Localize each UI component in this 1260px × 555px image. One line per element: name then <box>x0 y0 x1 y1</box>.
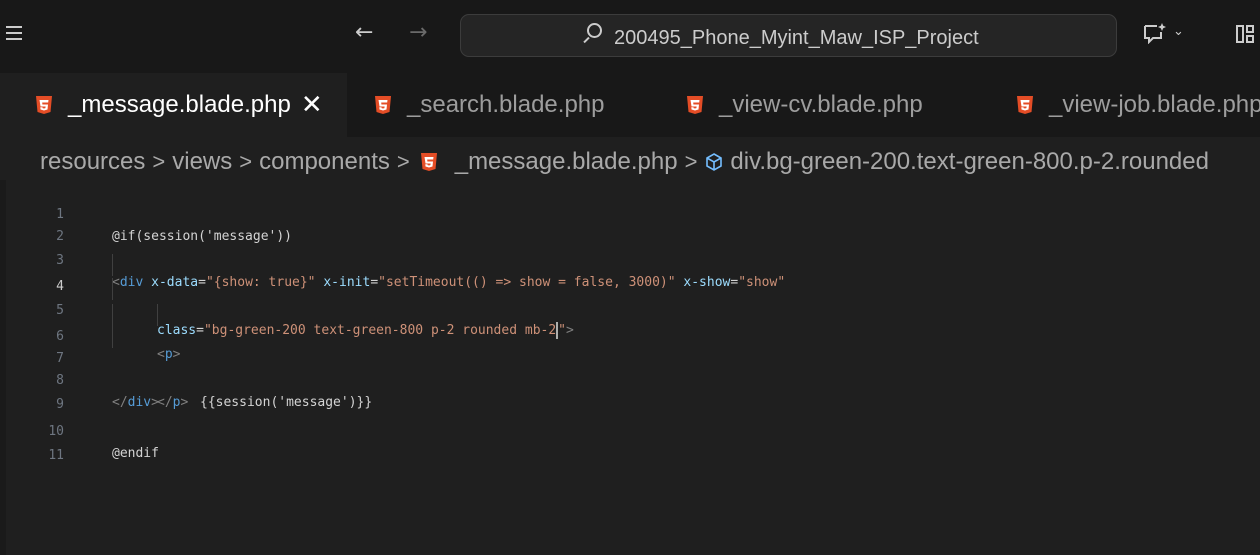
breadcrumb-separator: > <box>152 149 166 174</box>
tab-label: _view-job.blade.php <box>1049 91 1260 118</box>
html5-icon <box>687 96 703 114</box>
chevron-down-icon[interactable]: ⌄ <box>1173 24 1184 39</box>
search-project-name: 200495_Phone_Myint_Maw_ISP_Project <box>614 27 979 49</box>
indent-guide <box>112 304 113 326</box>
tab-view-job-blade[interactable]: _view-job.blade.php <box>985 73 1260 137</box>
breadcrumb-item-components[interactable]: components <box>259 148 390 176</box>
copilot-chat-icon[interactable] <box>1142 22 1168 44</box>
code-line-current: 4 class="bg-green-200 text-green-800 p-2… <box>0 254 1260 339</box>
code-editor[interactable]: 1 @if(session('message')) 2 3 <div x-dat… <box>0 180 1260 555</box>
breadcrumb-item-resources[interactable]: resources <box>40 148 145 176</box>
layout-icon[interactable] <box>1236 24 1254 44</box>
breadcrumb-separator: > <box>239 149 253 174</box>
tab-view-cv-blade[interactable]: _view-cv.blade.php <box>655 73 985 137</box>
editor-tab-bar: _message.blade.php ✕ _search.blade.php _… <box>0 73 1260 137</box>
hamburger-menu-icon[interactable] <box>4 22 26 46</box>
command-center-search[interactable]: 200495_Phone_Myint_Maw_ISP_Project <box>460 14 1117 57</box>
tab-label: _view-cv.blade.php <box>719 91 923 118</box>
code-line: 3 <div x-data="{show: true}" x-init="set… <box>0 228 1260 290</box>
close-icon[interactable]: ✕ <box>301 90 323 120</box>
html5-icon <box>36 96 52 114</box>
breadcrumb-item-element[interactable]: div.bg-green-200.text-green-800.p-2.roun… <box>730 148 1209 176</box>
code-text: @endif <box>112 446 159 461</box>
html5-icon <box>375 96 391 114</box>
title-bar: ← → 200495_Phone_Myint_Maw_ISP_Project ⌄ <box>0 0 1260 73</box>
tab-label: _message.blade.php <box>68 91 291 118</box>
indent-guide <box>157 304 158 326</box>
search-icon <box>587 23 602 38</box>
code-line: 8 </div> <box>0 348 1260 410</box>
tab-message-blade[interactable]: _message.blade.php ✕ <box>0 73 347 137</box>
breadcrumb-item-views[interactable]: views <box>172 148 232 176</box>
indent-guide <box>112 278 113 300</box>
code-line: 10 @endif <box>0 399 1260 461</box>
breadcrumb-item-file[interactable]: _message.blade.php <box>455 148 678 176</box>
code-line: 5 <p> <box>0 278 1260 362</box>
symbol-element-icon <box>706 153 723 171</box>
back-arrow-icon[interactable]: ← <box>355 20 373 46</box>
forward-arrow-icon[interactable]: → <box>409 20 427 46</box>
indent-guide <box>112 326 113 348</box>
line-number: 11 <box>48 448 64 463</box>
html5-icon <box>1017 96 1033 114</box>
code-line: 2 <box>0 204 1260 244</box>
tab-label: _search.blade.php <box>407 91 605 118</box>
breadcrumb-separator: > <box>396 149 410 174</box>
indent-guide <box>112 254 113 276</box>
window-edge <box>0 180 6 555</box>
code-line: 11 <box>0 423 1260 463</box>
code-line: 7 </p> <box>0 326 1260 410</box>
breadcrumb: resources > views > components > _messag… <box>40 145 1209 179</box>
code-line: 9 <box>0 372 1260 412</box>
code-line: 1 @if(session('message')) <box>0 182 1260 244</box>
code-line: 6 {{session('message')}} <box>0 304 1260 410</box>
html5-icon <box>420 153 437 171</box>
tab-search-blade[interactable]: _search.blade.php <box>347 73 655 137</box>
breadcrumb-separator: > <box>684 149 698 174</box>
